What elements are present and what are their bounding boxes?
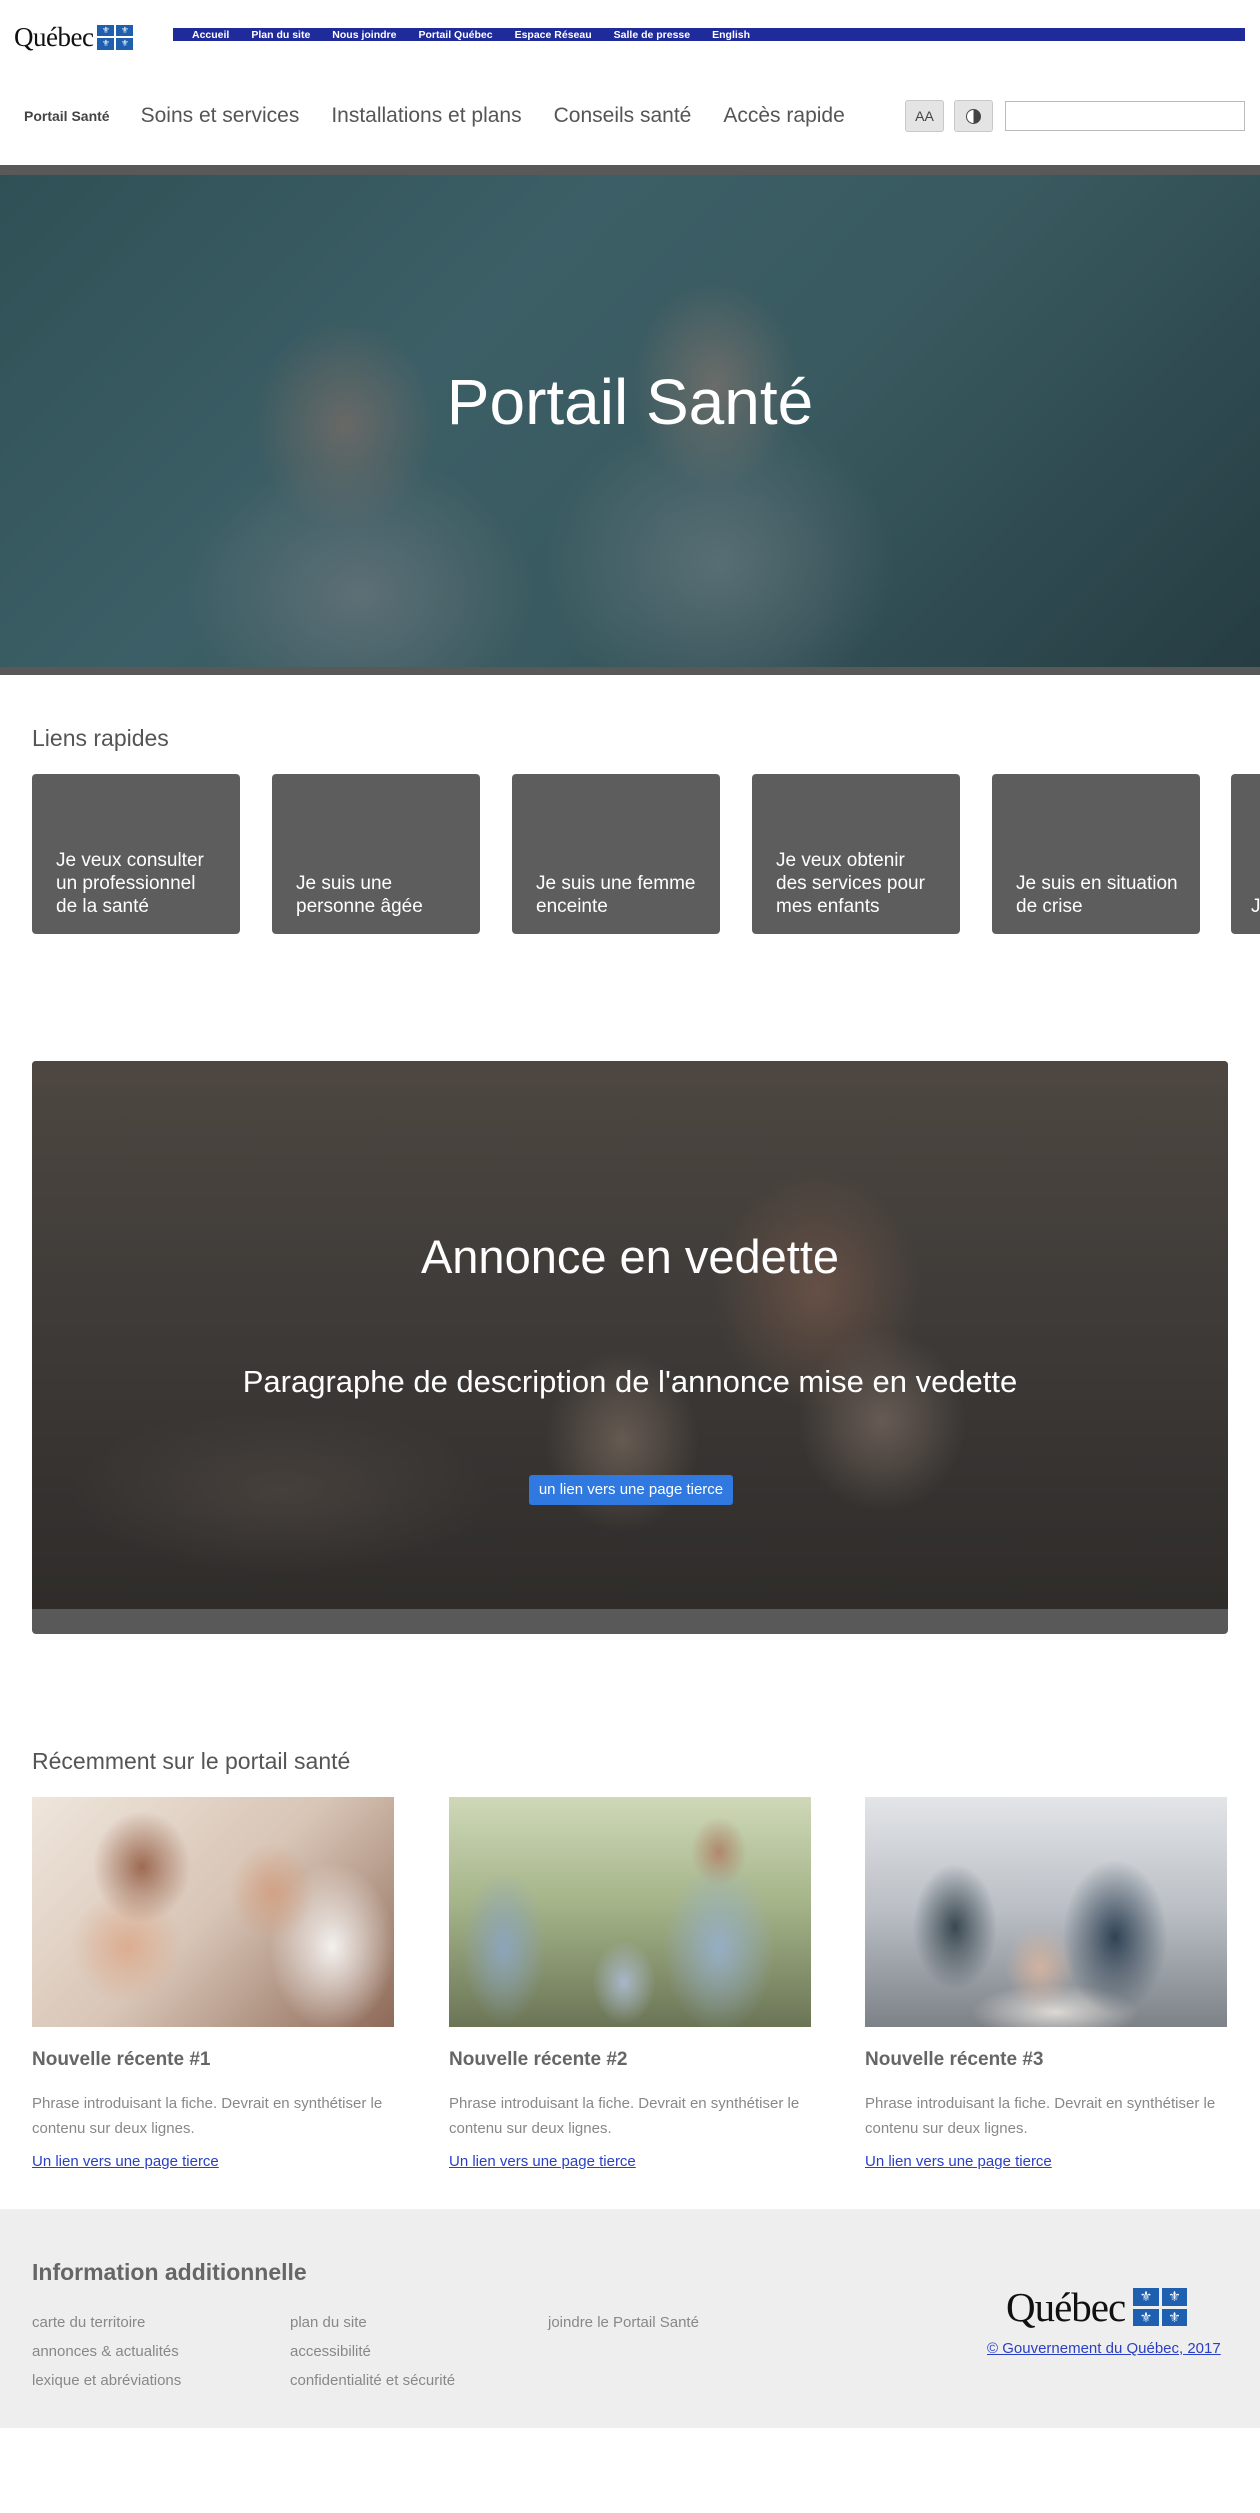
nav-acces-rapide[interactable]: Accès rapide	[723, 104, 844, 128]
fleur-de-lis-flag-icon: ⚜ ⚜ ⚜ ⚜	[97, 24, 134, 50]
news-image[interactable]	[865, 1797, 1227, 2027]
site-brand[interactable]: Portail Santé	[24, 108, 110, 124]
footer-link-carte[interactable]: carte du territoire	[32, 2314, 145, 2331]
quick-links-title: Liens rapides	[32, 725, 169, 751]
contrast-icon	[966, 108, 981, 124]
featured-image	[32, 1061, 1228, 1609]
gov-link-english[interactable]: English	[712, 29, 750, 41]
news-card: Nouvelle récente #1 Phrase introduisant …	[32, 1797, 394, 2170]
footer-quebec-logo[interactable]: Québec ⚜ ⚜ ⚜ ⚜	[1006, 2283, 1188, 2331]
government-top-bar: Accueil Plan du site Nous joindre Portai…	[173, 28, 1245, 41]
featured-title: Annonce en vedette	[420, 1230, 840, 1283]
news-title: Nouvelle récente #2	[449, 2049, 628, 2070]
fleur-de-lis-flag-icon: ⚜ ⚜ ⚜ ⚜	[1133, 2288, 1188, 2326]
quick-link-card[interactable]: Je suis en situation de crise	[992, 774, 1200, 934]
hero-title: Portail Santé	[446, 366, 814, 438]
footer: Information additionnelle carte du terri…	[0, 2209, 1260, 2428]
footer-link-confidentialite[interactable]: confidentialité et sécurité	[290, 2372, 455, 2389]
footer-link-accessibilite[interactable]: accessibilité	[290, 2343, 371, 2360]
gov-link-espace-reseau[interactable]: Espace Réseau	[515, 29, 592, 41]
footer-quebec-wordmark: Québec	[1006, 2284, 1126, 2330]
gov-link-salle-de-presse[interactable]: Salle de presse	[614, 29, 690, 41]
page-tools: AA	[905, 100, 1245, 132]
news-summary: Phrase introduisant la fiche. Devrait en…	[865, 2095, 1216, 2137]
nav-installations-et-plans[interactable]: Installations et plans	[331, 104, 521, 128]
news-card: Nouvelle récente #3 Phrase introduisant …	[865, 1797, 1227, 2170]
search-input[interactable]	[1005, 101, 1245, 131]
copyright-link[interactable]: © Gouvernement du Québec, 2017	[987, 2340, 1221, 2357]
news-summary: Phrase introduisant la fiche. Devrait en…	[32, 2095, 383, 2137]
gov-link-accueil[interactable]: Accueil	[192, 29, 229, 41]
quebec-logo[interactable]: Québec ⚜ ⚜ ⚜ ⚜	[14, 20, 134, 54]
featured-announcement: Annonce en vedette Paragraphe de descrip…	[32, 1061, 1228, 1634]
quick-link-card[interactable]: Je suis une femme enceinte	[512, 774, 720, 934]
nav-soins-et-services[interactable]: Soins et services	[141, 104, 300, 128]
news-title: Nouvelle récente #1	[32, 2049, 211, 2070]
news-image[interactable]	[449, 1797, 811, 2027]
footer-title: Information additionnelle	[32, 2259, 307, 2285]
text-size-button[interactable]: AA	[905, 100, 944, 132]
quebec-wordmark: Québec	[14, 21, 94, 52]
quick-link-card[interactable]: Je veux obtenir des services pour mes en…	[752, 774, 960, 934]
footer-link-lexique[interactable]: lexique et abréviations	[32, 2372, 181, 2389]
gov-link-portail-quebec[interactable]: Portail Québec	[418, 29, 492, 41]
news-link[interactable]: Un lien vers une page tierce	[32, 2153, 394, 2170]
quick-link-card[interactable]: J	[1231, 774, 1260, 934]
quick-link-card[interactable]: Je suis une personne âgée	[272, 774, 480, 934]
hero-banner: Portail Santé	[0, 165, 1260, 675]
contrast-button[interactable]	[954, 100, 993, 132]
footer-link-annonces[interactable]: annonces & actualités	[32, 2343, 179, 2360]
featured-link-button[interactable]: un lien vers une page tierce	[529, 1475, 733, 1505]
news-title: Nouvelle récente #3	[865, 2049, 1044, 2070]
gov-link-plan-du-site[interactable]: Plan du site	[251, 29, 310, 41]
main-navigation: Portail Santé Soins et services Installa…	[24, 98, 877, 134]
recent-news-title: Récemment sur le portail santé	[32, 1748, 351, 1774]
gov-link-nous-joindre[interactable]: Nous joindre	[332, 29, 396, 41]
news-card: Nouvelle récente #2 Phrase introduisant …	[449, 1797, 811, 2170]
footer-link-plan-du-site[interactable]: plan du site	[290, 2314, 367, 2331]
nav-conseils-sante[interactable]: Conseils santé	[554, 104, 692, 128]
news-summary: Phrase introduisant la fiche. Devrait en…	[449, 2095, 800, 2137]
quick-link-card[interactable]: Je veux consulter un professionnel de la…	[32, 774, 240, 934]
news-link[interactable]: Un lien vers une page tierce	[865, 2153, 1227, 2170]
footer-link-joindre[interactable]: joindre le Portail Santé	[548, 2314, 699, 2331]
news-image[interactable]	[32, 1797, 394, 2027]
featured-description: Paragraphe de description de l'annonce m…	[242, 1364, 1018, 1399]
news-link[interactable]: Un lien vers une page tierce	[449, 2153, 811, 2170]
